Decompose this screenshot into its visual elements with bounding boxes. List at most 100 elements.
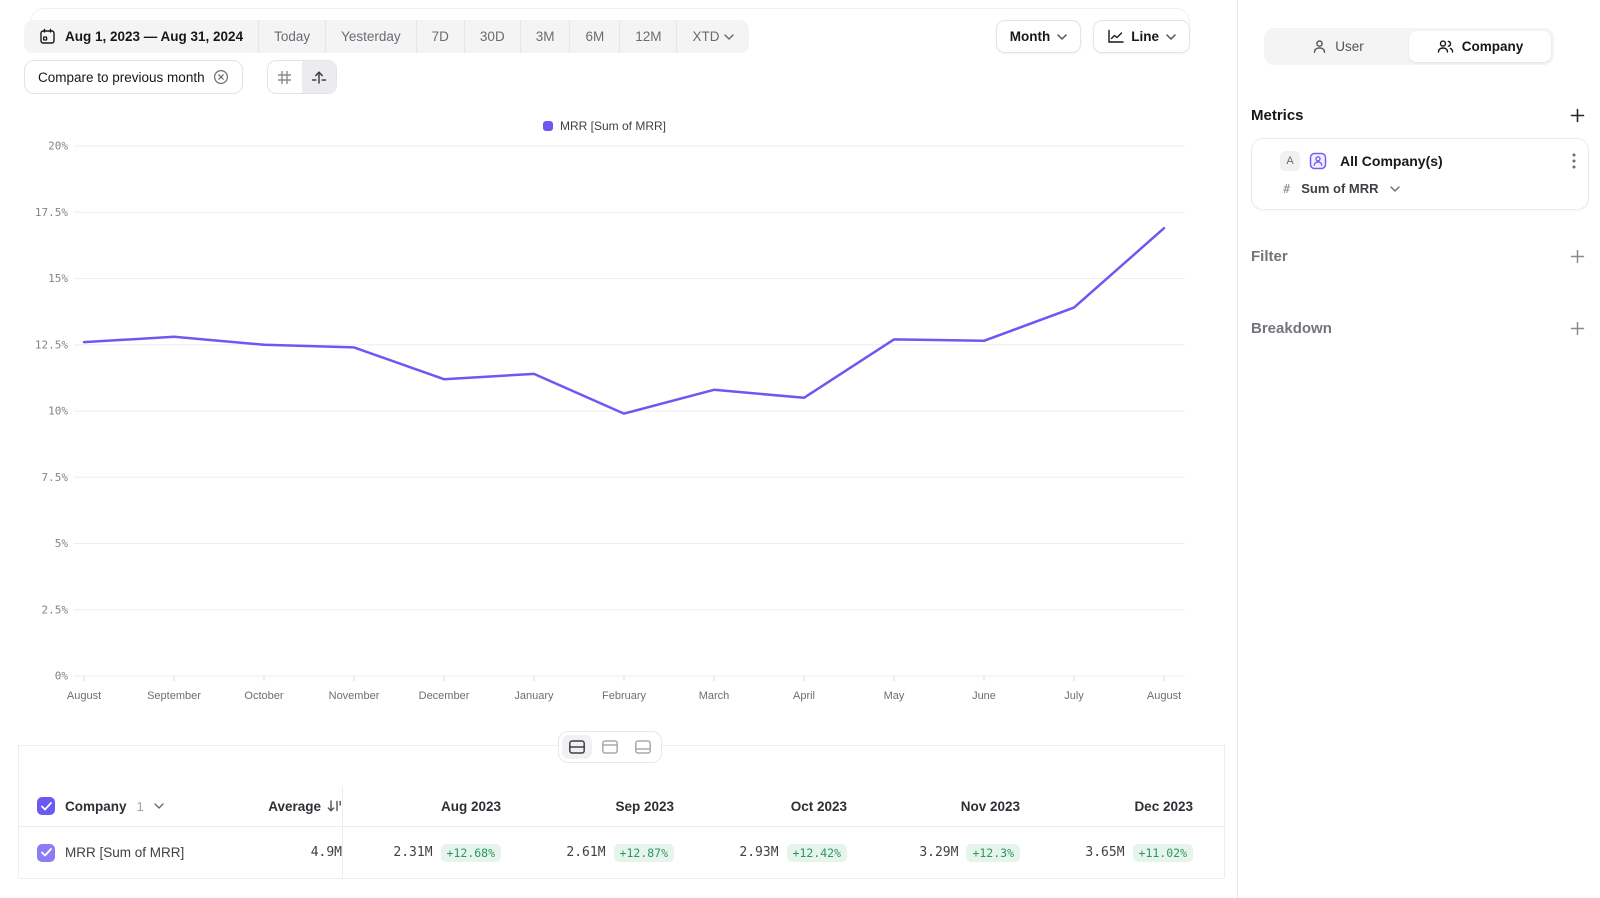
svg-text:12.5%: 12.5% xyxy=(35,338,68,351)
calendar-icon xyxy=(39,28,56,45)
tab-company[interactable]: Company xyxy=(1409,31,1551,62)
filter-heading: Filter xyxy=(1251,248,1288,265)
average-header-label: Average xyxy=(268,799,321,814)
svg-text:February: February xyxy=(602,690,647,702)
add-breakdown-button[interactable] xyxy=(1566,317,1588,339)
chevron-down-icon xyxy=(1390,186,1400,192)
chevron-down-icon xyxy=(1166,34,1176,40)
svg-text:August: August xyxy=(1147,690,1181,702)
tab-user[interactable]: User xyxy=(1267,31,1409,62)
user-icon xyxy=(1312,39,1327,54)
svg-text:June: June xyxy=(972,690,996,702)
aggregation-selector[interactable]: # Sum of MRR xyxy=(1283,181,1400,196)
legend-swatch xyxy=(543,121,553,131)
add-metric-button[interactable] xyxy=(1566,104,1588,126)
average-header-cell[interactable]: Average xyxy=(231,799,342,814)
month-header-nov-2023[interactable]: Nov 2023 xyxy=(861,799,1034,814)
add-filter-button[interactable] xyxy=(1566,245,1588,267)
aggregation-label: Sum of MRR xyxy=(1301,181,1378,196)
change-badge: +12.87% xyxy=(614,844,674,862)
company-badge-icon xyxy=(1308,151,1328,171)
entity-switcher: User Company xyxy=(1264,28,1554,65)
kebab-menu-icon[interactable] xyxy=(1572,153,1576,169)
layout-table-only-button[interactable] xyxy=(628,735,658,759)
bottom-panel-icon xyxy=(634,739,652,755)
toolbar: Aug 1, 2023 — Aug 31, 2024 Today Yesterd… xyxy=(24,20,1190,53)
value-cell-oct-2023: 2.93M +12.42% xyxy=(688,844,861,862)
svg-text:15%: 15% xyxy=(48,272,68,285)
table-section: Company 1 Average Aug 2023 Sep 2023 Oct … xyxy=(18,745,1225,878)
svg-text:April: April xyxy=(793,690,815,702)
chevron-down-icon xyxy=(154,803,164,809)
filter-section-header: Filter xyxy=(1251,245,1588,267)
layout-chart-only-button[interactable] xyxy=(595,735,625,759)
tab-user-label: User xyxy=(1335,39,1364,54)
mrr-line-chart[interactable]: 20%17.5%15%12.5%10%7.5%5%2.5%0%AugustSep… xyxy=(24,136,1185,708)
average-value-cell: 4.9M xyxy=(231,845,342,860)
preset-6m[interactable]: 6M xyxy=(569,20,619,53)
preset-3m[interactable]: 3M xyxy=(520,20,570,53)
company-header-cell[interactable]: Company 1 xyxy=(19,797,231,815)
svg-text:0%: 0% xyxy=(55,670,69,683)
chart-controls: Month Line xyxy=(996,20,1190,53)
company-count: 1 xyxy=(137,799,144,814)
svg-text:7.5%: 7.5% xyxy=(42,471,69,484)
main-panel: Aug 1, 2023 — Aug 31, 2024 Today Yesterd… xyxy=(0,0,1237,898)
metric-card-title-row: A All Company(s) xyxy=(1280,151,1576,171)
month-header-dec-2023[interactable]: Dec 2023 xyxy=(1034,799,1207,814)
metrics-heading: Metrics xyxy=(1251,107,1304,124)
change-badge: +11.02% xyxy=(1133,844,1193,862)
metric-row-label: MRR [Sum of MRR] xyxy=(65,845,184,860)
month-header-oct-2023[interactable]: Oct 2023 xyxy=(688,799,861,814)
svg-text:March: March xyxy=(699,690,730,702)
preset-7d[interactable]: 7D xyxy=(416,20,464,53)
numeric-hash-icon: # xyxy=(1283,182,1290,196)
preset-30d[interactable]: 30D xyxy=(464,20,520,53)
sort-icon xyxy=(327,799,342,813)
row-label-cell: MRR [Sum of MRR] xyxy=(19,844,231,862)
legend-label: MRR [Sum of MRR] xyxy=(560,119,666,133)
preset-12m[interactable]: 12M xyxy=(619,20,676,53)
events-overlay-toggle[interactable] xyxy=(302,61,336,93)
close-circle-icon[interactable] xyxy=(213,69,229,85)
annotation-toggle-group xyxy=(267,60,337,94)
chevron-down-icon xyxy=(724,34,734,40)
date-range-label: Aug 1, 2023 — Aug 31, 2024 xyxy=(65,29,243,44)
metric-name: All Company(s) xyxy=(1340,153,1564,169)
metric-card: A All Company(s) # Sum of MRR xyxy=(1251,138,1589,210)
top-panel-icon xyxy=(601,739,619,755)
table-header-row: Company 1 Average Aug 2023 Sep 2023 Oct … xyxy=(19,786,1224,827)
value-cell-nov-2023: 3.29M +12.3% xyxy=(861,844,1034,862)
layout-split-button[interactable] xyxy=(562,735,592,759)
svg-text:2.5%: 2.5% xyxy=(42,603,69,616)
svg-text:December: December xyxy=(419,690,470,702)
preset-xtd[interactable]: XTD xyxy=(676,20,749,53)
value-cell-dec-2023: 3.65M +11.02% xyxy=(1034,844,1207,862)
value-cell-aug-2023: 2.31M +12.68% xyxy=(342,844,515,862)
chart-type-dropdown[interactable]: Line xyxy=(1093,20,1190,53)
preset-today[interactable]: Today xyxy=(258,20,325,53)
change-badge: +12.42% xyxy=(787,844,847,862)
chart-legend: MRR [Sum of MRR] xyxy=(24,118,1185,136)
granularity-dropdown[interactable]: Month xyxy=(996,20,1081,53)
right-sidebar: User Company Metrics A All Company(s) # xyxy=(1237,0,1600,898)
tab-company-label: Company xyxy=(1462,39,1524,54)
table-row[interactable]: MRR [Sum of MRR] 4.9M 2.31M +12.68% 2.61… xyxy=(19,827,1224,879)
date-range-button[interactable]: Aug 1, 2023 — Aug 31, 2024 xyxy=(24,20,258,53)
users-icon xyxy=(1437,39,1454,54)
month-header-aug-2023[interactable]: Aug 2023 xyxy=(342,799,515,814)
select-all-checkbox[interactable] xyxy=(37,797,55,815)
breakdown-heading: Breakdown xyxy=(1251,320,1332,337)
svg-text:July: July xyxy=(1064,690,1084,702)
breakdown-section-header: Breakdown xyxy=(1251,317,1588,339)
change-badge: +12.68% xyxy=(441,844,501,862)
grid-lines-toggle[interactable] xyxy=(268,61,302,93)
preset-yesterday[interactable]: Yesterday xyxy=(325,20,416,53)
month-header-sep-2023[interactable]: Sep 2023 xyxy=(515,799,688,814)
metrics-section-header: Metrics xyxy=(1251,104,1588,126)
value-cell-sep-2023: 2.61M +12.87% xyxy=(515,844,688,862)
series-badge: A xyxy=(1280,151,1300,171)
row-checkbox[interactable] xyxy=(37,844,55,862)
svg-text:September: September xyxy=(147,690,201,702)
compare-chip[interactable]: Compare to previous month xyxy=(24,60,243,94)
